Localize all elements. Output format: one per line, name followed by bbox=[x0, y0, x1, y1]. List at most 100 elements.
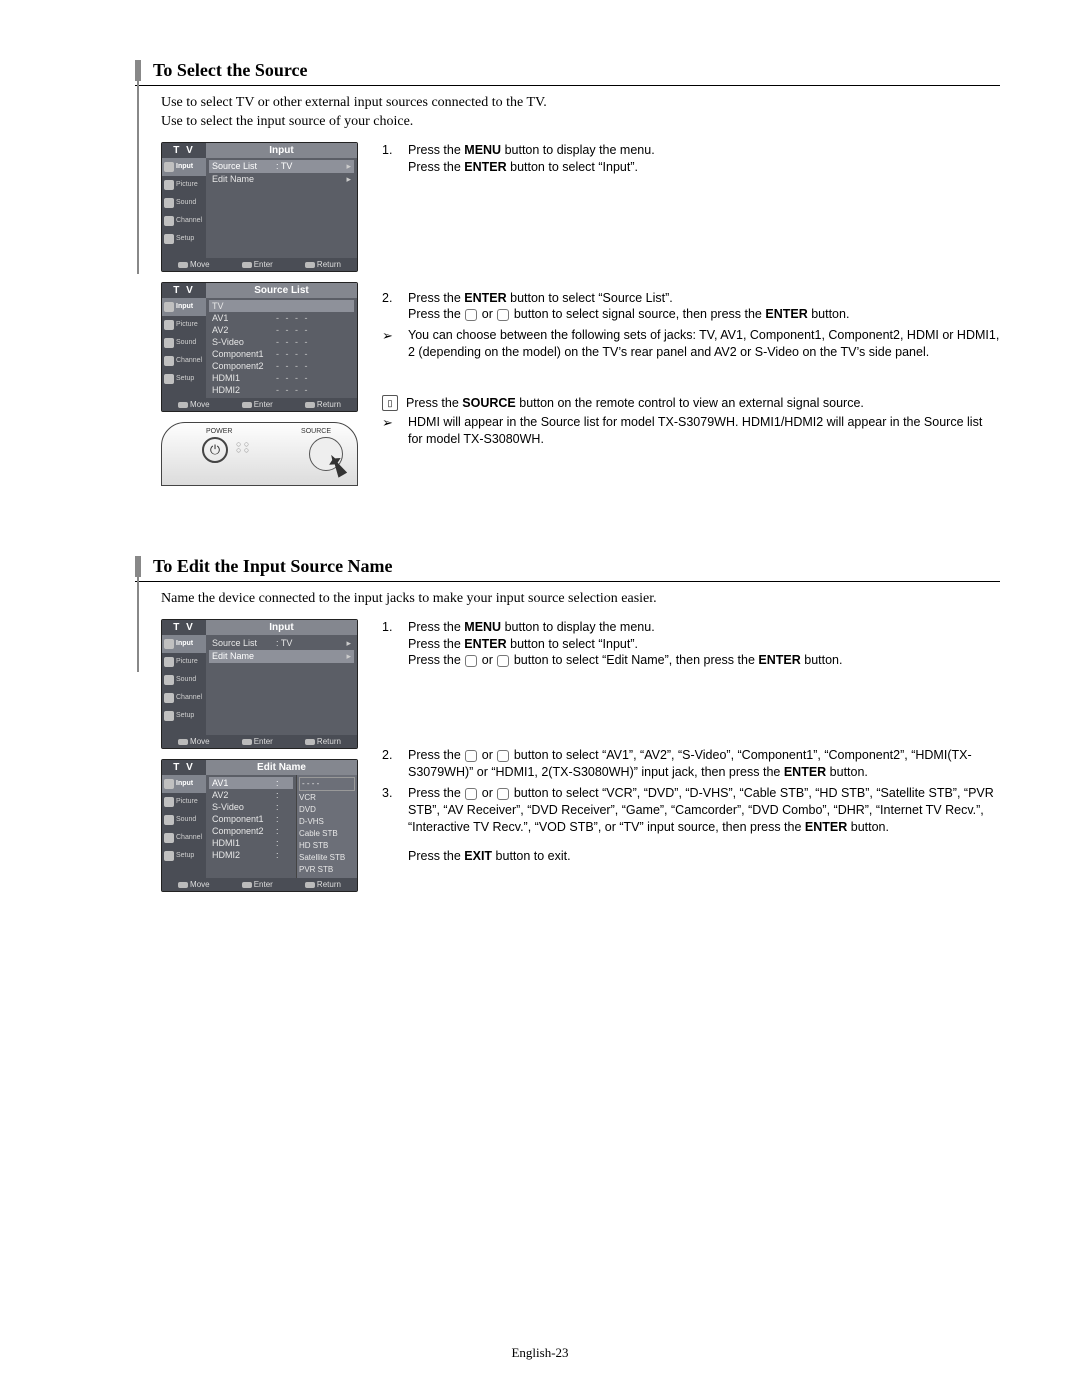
edit-value: D-VHS bbox=[299, 816, 355, 828]
down-button-icon bbox=[497, 750, 509, 762]
text: Press the bbox=[408, 748, 464, 762]
step-text: Press the or button to select “VCR”, “DV… bbox=[408, 785, 1000, 836]
osd-row: Source List: TV▸ bbox=[209, 637, 354, 650]
text: button to select “Input”. bbox=[507, 160, 638, 174]
step: 2. Press the ENTER button to select “Sou… bbox=[382, 290, 1000, 324]
note: ▯ Press the SOURCE button on the remote … bbox=[382, 395, 1000, 412]
up-button-icon bbox=[465, 655, 477, 667]
osd-tab: Setup bbox=[162, 370, 206, 388]
bullet-line: ➢ HDMI will appear in the Source list fo… bbox=[382, 414, 1000, 448]
osd-footer-item: Return bbox=[305, 737, 341, 746]
osd-title: Input bbox=[206, 620, 357, 635]
intro-line: Use to select the input source of your c… bbox=[161, 114, 413, 129]
osd-row: Component1- - - - bbox=[209, 348, 354, 360]
text-bold: ENTER bbox=[464, 160, 506, 174]
osd-row: S-Video- - - - bbox=[209, 336, 354, 348]
remote-source-label: SOURCE bbox=[301, 428, 331, 435]
text: button. bbox=[801, 653, 843, 667]
osd-row: Component2: bbox=[209, 825, 293, 837]
osd-footer-item: Enter bbox=[242, 737, 273, 746]
text-bold: ENTER bbox=[805, 820, 847, 834]
step-num: 2. bbox=[382, 747, 400, 781]
osd-title: Source List bbox=[206, 283, 357, 298]
osd-footer-item: Return bbox=[305, 400, 341, 409]
osd-row: Edit Name▸ bbox=[209, 173, 354, 186]
text: Press the bbox=[408, 849, 464, 863]
osd-panel-input: T V Input InputPictureSoundChannelSetup … bbox=[161, 142, 358, 272]
up-button-icon bbox=[465, 309, 477, 321]
text-bold: EXIT bbox=[464, 849, 492, 863]
exit-line: Press the EXIT button to exit. bbox=[382, 848, 1000, 865]
text-bold: ENTER bbox=[784, 765, 826, 779]
osd-footer-item: Move bbox=[178, 880, 210, 889]
indicator-dots: ○ ○○ ○ bbox=[236, 441, 249, 453]
arrow-icon: ➢ bbox=[382, 414, 400, 448]
osd-footer-item: Move bbox=[178, 400, 210, 409]
osd-tab: Channel bbox=[162, 212, 206, 230]
osd-row: AV2: bbox=[209, 789, 293, 801]
osd-tab: Picture bbox=[162, 176, 206, 194]
osd-sidebar: InputPictureSoundChannelSetup bbox=[162, 158, 206, 258]
step-num: 3. bbox=[382, 785, 400, 836]
osd-title: Edit Name bbox=[206, 760, 357, 775]
osd-tab: Picture bbox=[162, 316, 206, 334]
remote-note-icon: ▯ bbox=[382, 395, 398, 411]
text: button to display the menu. bbox=[501, 143, 655, 157]
step-num: 1. bbox=[382, 619, 400, 670]
osd-panel-edit-name: T V Edit Name InputPictureSoundChannelSe… bbox=[161, 759, 358, 892]
text: button on the remote control to view an … bbox=[516, 396, 864, 410]
osd-row: Edit Name▸ bbox=[209, 650, 354, 663]
text: or bbox=[478, 748, 496, 762]
osd-tab: Input bbox=[162, 298, 206, 316]
osd-tv-label: T V bbox=[162, 143, 206, 158]
osd-footer-item: Return bbox=[305, 880, 341, 889]
osd-tab: Sound bbox=[162, 334, 206, 352]
osd-footer-item: Enter bbox=[242, 880, 273, 889]
text: Press the bbox=[408, 291, 464, 305]
osd-main: Source List: TV▸Edit Name▸ bbox=[206, 635, 357, 735]
text: button. bbox=[847, 820, 889, 834]
edit-value: Cable STB bbox=[299, 828, 355, 840]
text-bold: MENU bbox=[464, 143, 501, 157]
osd-footer: Move Enter Return bbox=[162, 398, 357, 411]
osd-row: Component1: bbox=[209, 813, 293, 825]
text-bold: ENTER bbox=[758, 653, 800, 667]
step-num: 2. bbox=[382, 290, 400, 324]
osd-tab: Input bbox=[162, 635, 206, 653]
bullet-text: You can choose between the following set… bbox=[408, 327, 1000, 361]
osd-tv-label: T V bbox=[162, 620, 206, 635]
osd-tab: Setup bbox=[162, 847, 206, 865]
vertical-rule bbox=[137, 64, 139, 274]
osd-row: HDMI2- - - - bbox=[209, 384, 354, 396]
text: Press the bbox=[408, 160, 464, 174]
osd-panel-input: T V Input InputPictureSoundChannelSetup … bbox=[161, 619, 358, 749]
step: 1. Press the MENU button to display the … bbox=[382, 142, 1000, 176]
text: button to select “Input”. bbox=[507, 637, 638, 651]
osd-footer-item: Enter bbox=[242, 400, 273, 409]
osd-tab: Setup bbox=[162, 230, 206, 248]
step-text: Press the MENU button to display the men… bbox=[408, 619, 842, 670]
down-button-icon bbox=[497, 655, 509, 667]
text: or bbox=[478, 307, 496, 321]
osd-row: AV1: bbox=[209, 777, 293, 789]
note-text: Press the SOURCE button on the remote co… bbox=[406, 395, 864, 412]
down-button-icon bbox=[497, 788, 509, 800]
arrow-icon: ➢ bbox=[382, 327, 400, 361]
osd-footer-item: Enter bbox=[242, 260, 273, 269]
vertical-rule bbox=[137, 572, 139, 672]
text-bold: MENU bbox=[464, 620, 501, 634]
text-bold: ENTER bbox=[464, 637, 506, 651]
osd-tab: Sound bbox=[162, 194, 206, 212]
up-button-icon bbox=[465, 788, 477, 800]
remote-top: POWER SOURCE ⏻ ○ ○○ ○ bbox=[161, 422, 358, 486]
osd-main: Source List: TV▸Edit Name▸ bbox=[206, 158, 357, 258]
text: button. bbox=[808, 307, 850, 321]
osd-tab: Input bbox=[162, 775, 206, 793]
osd-row: S-Video: bbox=[209, 801, 293, 813]
intro-text: Use to select TV or other external input… bbox=[135, 94, 1000, 132]
osd-footer: Move Enter Return bbox=[162, 878, 357, 891]
osd-row: Source List: TV▸ bbox=[209, 160, 354, 173]
text-bold: SOURCE bbox=[462, 396, 515, 410]
osd-tab: Picture bbox=[162, 793, 206, 811]
osd-tab: Channel bbox=[162, 829, 206, 847]
